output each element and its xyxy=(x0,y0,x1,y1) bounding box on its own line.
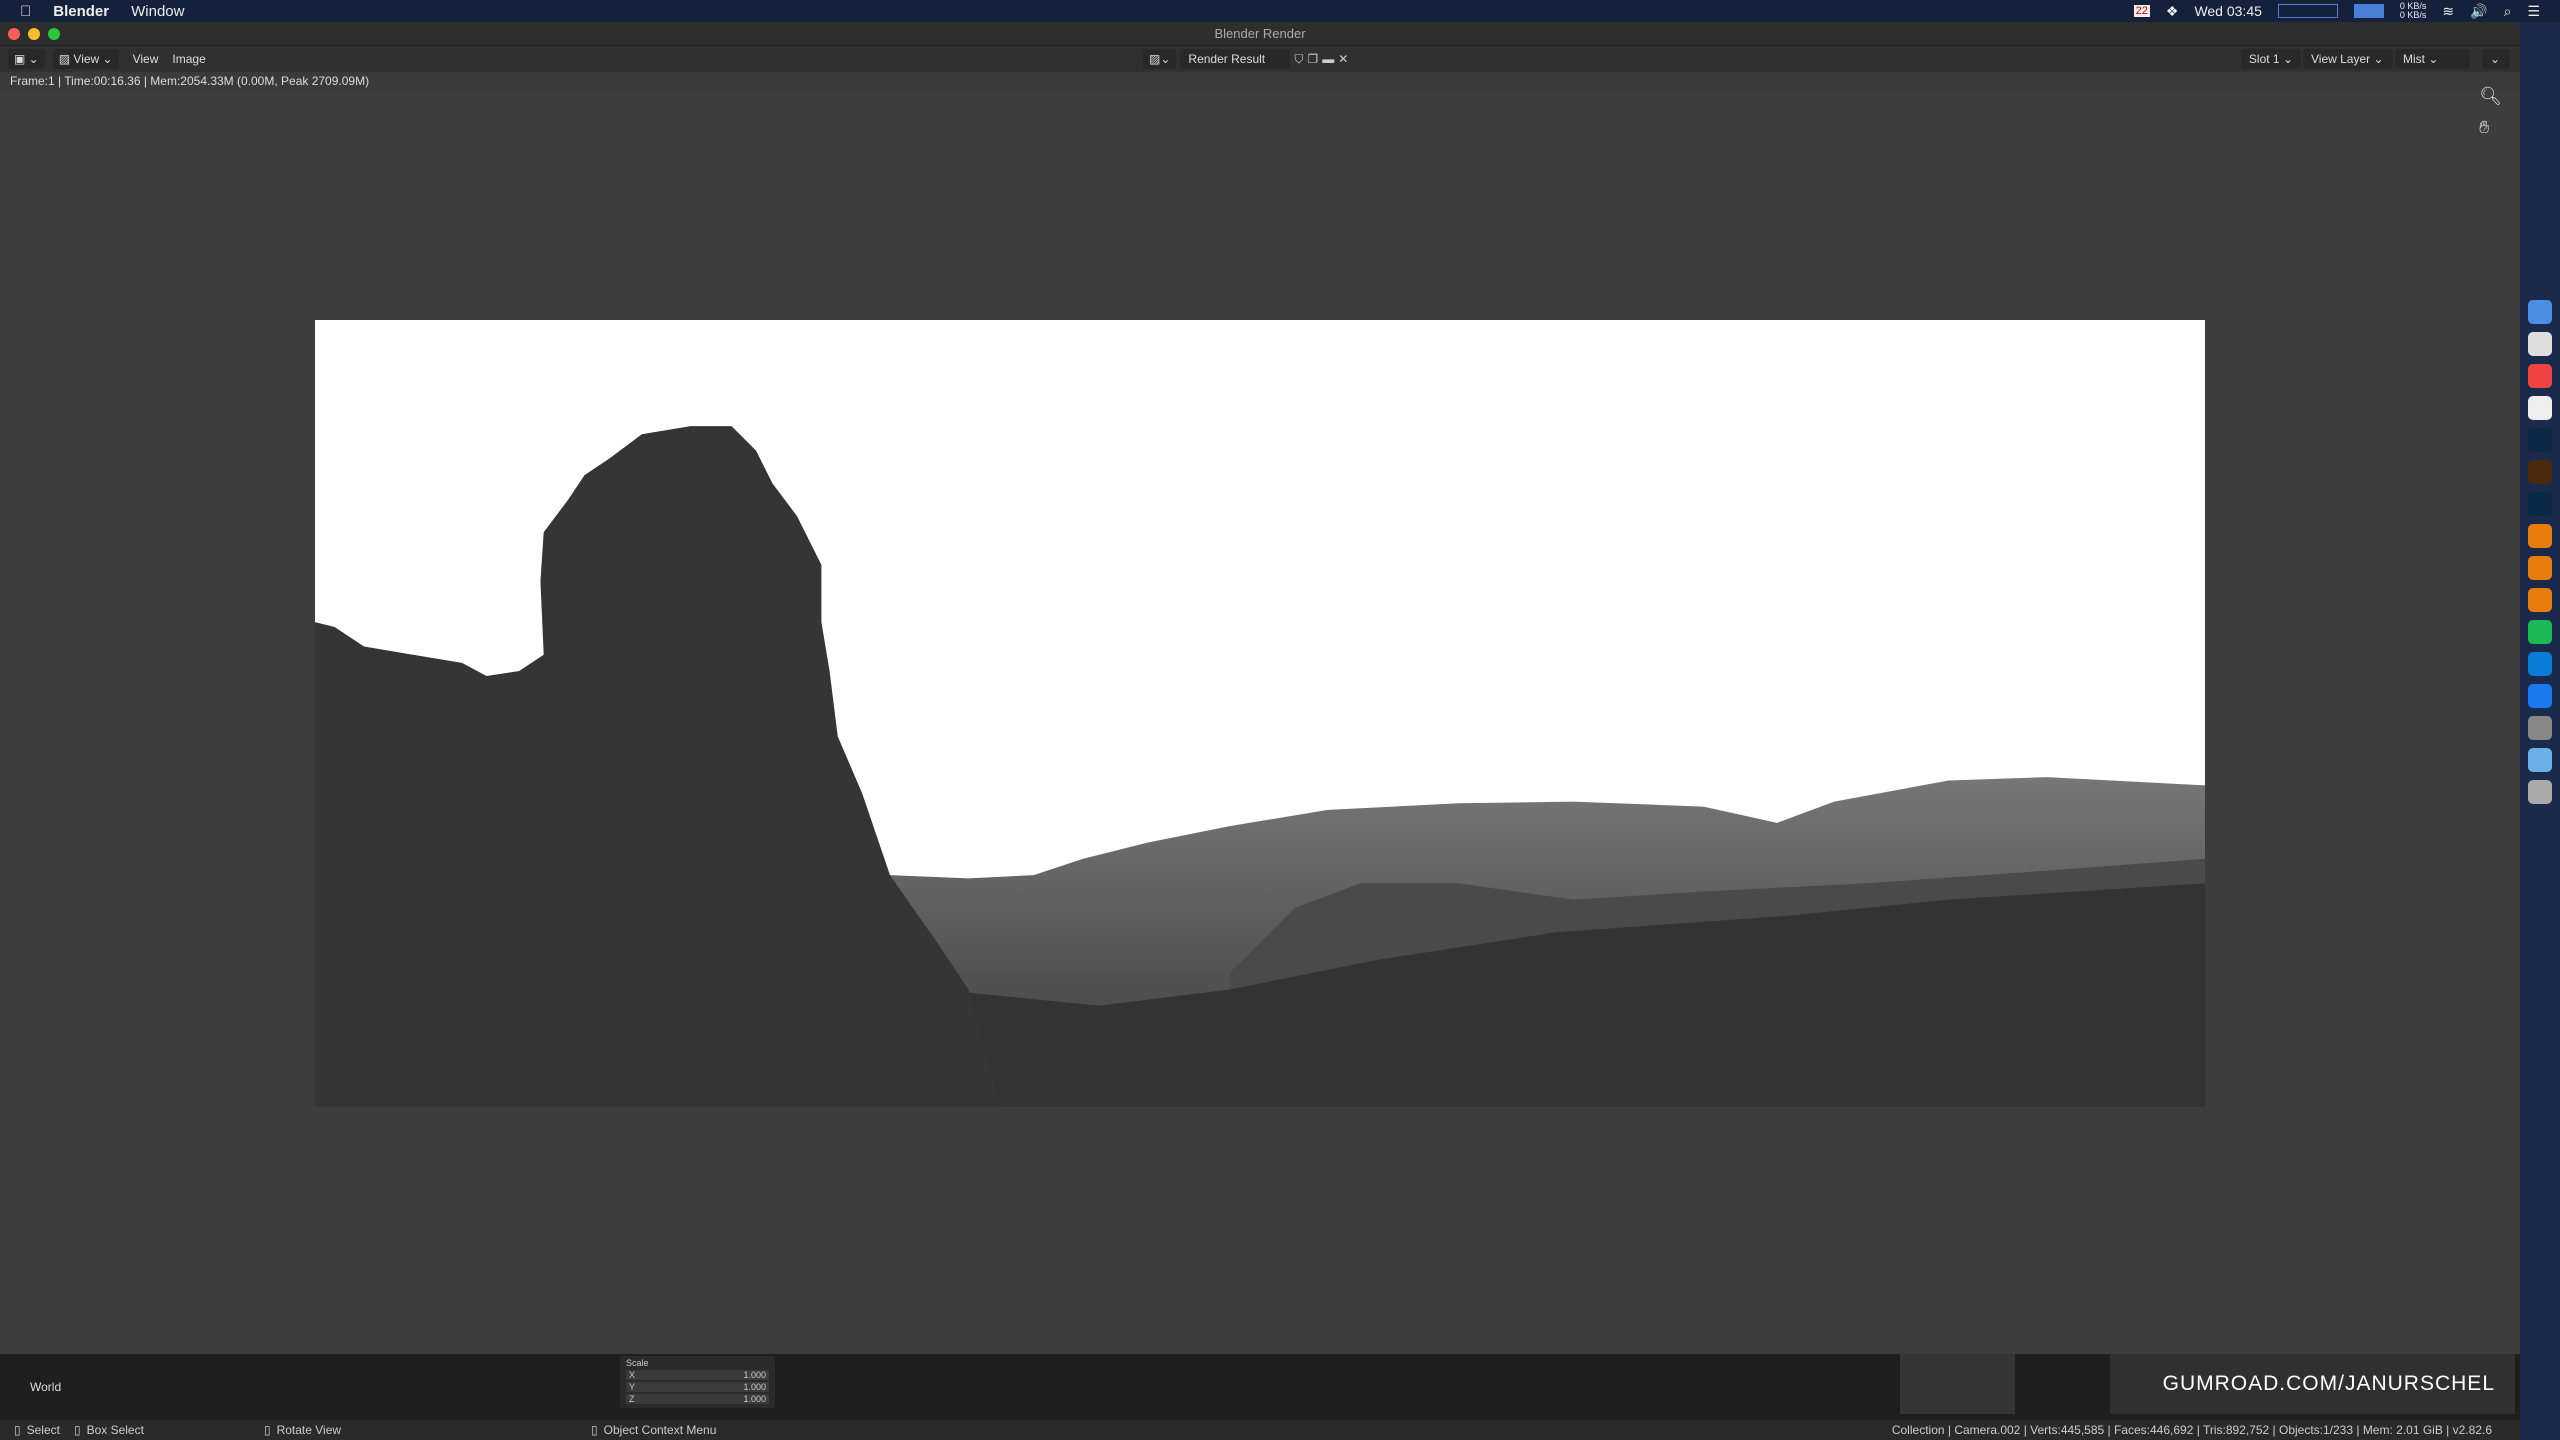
skype-icon[interactable] xyxy=(2528,652,2552,676)
title-bar: Blender Render xyxy=(0,22,2520,46)
menu-blender[interactable]: Blender xyxy=(53,3,109,20)
menu-image[interactable]: Image xyxy=(172,52,205,66)
status-context-menu: ▯ Object Context Menu xyxy=(591,1423,717,1437)
clock[interactable]: Wed 03:45 xyxy=(2194,3,2261,19)
finder-icon[interactable] xyxy=(2528,300,2552,324)
blender-window: Blender Render ▣ ⌄ ▨ View ⌄ View Image ▨… xyxy=(0,22,2520,1440)
scale-panel: Scale X 1.000 Y 1.000 Z 1.000 xyxy=(620,1356,775,1408)
menu-window[interactable]: Window xyxy=(131,3,184,20)
new-image-icon[interactable]: ❐ xyxy=(1307,52,1318,66)
cpu-graph xyxy=(2277,4,2338,18)
menu-view[interactable]: View xyxy=(133,52,159,66)
rock-silhouette xyxy=(315,426,1002,1107)
scene-statistics: Collection | Camera.002 | Verts:445,585 … xyxy=(1891,1423,2492,1437)
mouse-middle-icon: ▯ xyxy=(263,1423,271,1437)
image-name-field[interactable]: Render Result xyxy=(1180,49,1291,69)
chrome-icon[interactable] xyxy=(2528,364,2552,388)
close-button[interactable] xyxy=(8,28,20,40)
app-store-icon[interactable] xyxy=(2528,684,2552,708)
render-pass-dropdown[interactable]: Mist ⌄ xyxy=(2395,49,2470,69)
lightroom-icon[interactable] xyxy=(2528,492,2552,516)
mouse-left-icon: ▯ xyxy=(14,1423,21,1437)
volume-icon[interactable]: 🔊 xyxy=(2470,3,2487,20)
gumroad-banner: GUMROAD.COM/JANURSCHEL xyxy=(2110,1354,2515,1414)
notification-center-icon[interactable]: ☰ xyxy=(2527,3,2540,20)
downloads-folder-icon[interactable] xyxy=(2528,748,2552,772)
blender-icon[interactable] xyxy=(2528,524,2552,548)
browse-image-button[interactable]: ▨⌄ xyxy=(1143,49,1177,69)
dropbox-icon[interactable]: ❖ xyxy=(2166,3,2179,20)
fake-user-icon[interactable]: ⛉ xyxy=(1294,52,1303,67)
trash-icon[interactable] xyxy=(2528,780,2552,804)
apple-icon[interactable]:  xyxy=(20,3,31,20)
scale-y-field[interactable]: Y 1.000 xyxy=(626,1382,769,1392)
window-title: Blender Render xyxy=(1214,26,1306,41)
mouse-right-icon: ▯ xyxy=(591,1423,598,1437)
scale-x-field[interactable]: X 1.000 xyxy=(626,1370,769,1380)
view-layer-dropdown[interactable]: View Layer ⌄ xyxy=(2303,49,2393,69)
spotify-icon[interactable] xyxy=(2528,620,2552,644)
scale-z-field[interactable]: Z 1.000 xyxy=(626,1394,769,1404)
pan-hand-icon[interactable]: ✋︎ xyxy=(2479,117,2502,138)
bridge-icon[interactable] xyxy=(2528,460,2552,484)
status-select: ▯ Select xyxy=(14,1423,60,1437)
unlink-icon[interactable]: ✕ xyxy=(1338,52,1348,66)
system-preferences-icon[interactable] xyxy=(2528,716,2552,740)
status-bar: ▯ Select ▯ Box Select ▯ Rotate View ▯ Object… xyxy=(0,1420,2520,1440)
zoom-button[interactable] xyxy=(48,28,60,40)
calendar-icon[interactable]: 22 xyxy=(2133,5,2150,17)
wifi-icon[interactable]: ≋ xyxy=(2442,3,2454,20)
zoom-icon[interactable]: 🔍︎ xyxy=(2479,86,2502,107)
view-mode-dropdown[interactable]: ▨ View ⌄ xyxy=(52,49,119,69)
viewport-tools: 🔍︎ ✋︎ xyxy=(2479,86,2502,138)
world-label: World xyxy=(30,1380,62,1394)
dock xyxy=(2520,300,2560,804)
status-rotate-view: ▯ Rotate View xyxy=(263,1423,342,1437)
display-channels-dropdown[interactable]: ⌄ xyxy=(2482,49,2510,69)
image-icon: ▨ xyxy=(58,52,74,66)
status-box-select: ▯ Box Select xyxy=(73,1423,144,1437)
blender-icon[interactable] xyxy=(2528,556,2552,580)
image-editor-header: ▣ ⌄ ▨ View ⌄ View Image ▨⌄ Render Result… xyxy=(0,46,2520,72)
minimize-button[interactable] xyxy=(28,28,40,40)
photoshop-icon[interactable] xyxy=(2528,428,2552,452)
slot-dropdown[interactable]: Slot 1 ⌄ xyxy=(2240,49,2301,69)
editor-type-button[interactable]: ▣ ⌄ xyxy=(8,49,45,69)
network-speed: 0 KB/s 0 KB/s xyxy=(2399,1,2427,20)
render-info: Frame:1 | Time:00:16.36 | Mem:2054.33M (… xyxy=(0,72,2520,90)
mouse-drag-icon: ▯ xyxy=(73,1423,81,1437)
search-icon[interactable]: ⌕ xyxy=(2504,3,2512,20)
blender-icon[interactable] xyxy=(2528,588,2552,612)
notes-icon[interactable] xyxy=(2528,396,2552,420)
open-image-icon[interactable]: ▬ xyxy=(1322,52,1334,66)
render-result-image[interactable] xyxy=(315,320,2205,1107)
safari-icon[interactable] xyxy=(2528,332,2552,356)
thumbnail-panel xyxy=(1900,1354,2015,1414)
scale-label: Scale xyxy=(626,1358,649,1368)
memory-graph xyxy=(2353,4,2384,18)
macos-menubar:  Blender Window 22 ❖ Wed 03:45 0 KB/s0 … xyxy=(0,0,2560,22)
